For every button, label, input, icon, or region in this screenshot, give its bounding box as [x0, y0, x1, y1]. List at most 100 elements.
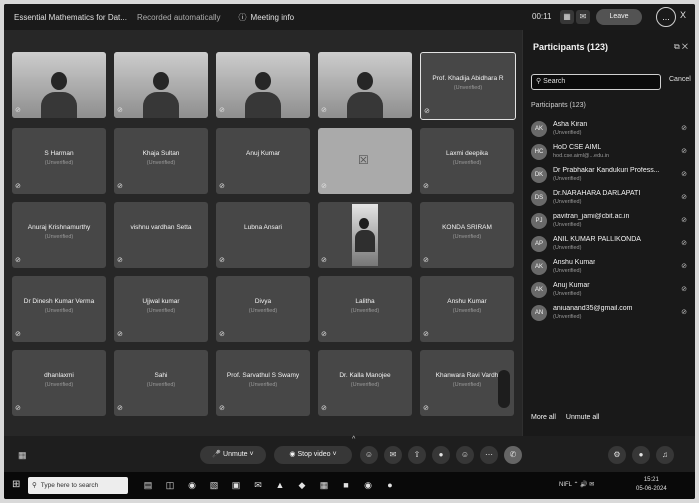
- participant-name: Dr. Kalla Manojee: [339, 372, 391, 379]
- app-icon-b[interactable]: ◆: [296, 479, 308, 491]
- participant-tile[interactable]: ⊘: [318, 52, 412, 118]
- widgets-icon[interactable]: ▤: [142, 479, 154, 491]
- security-icon[interactable]: ▦: [18, 450, 27, 461]
- toolbar-collapse-caret[interactable]: ^: [352, 436, 355, 443]
- notifications-icon[interactable]: ♫: [656, 446, 674, 464]
- participant-status: (Unverified): [453, 85, 483, 91]
- participant-list-item[interactable]: PJ pavitran_jami@cbit.ac.in (Unverified) ⊘: [529, 210, 691, 233]
- share-screen-icon[interactable]: ⇧: [408, 446, 426, 464]
- participant-tile[interactable]: vishnu vardhan Setta ⊘: [114, 202, 208, 268]
- stop-video-button[interactable]: ◉ Stop video ˅: [274, 446, 352, 464]
- participant-tile[interactable]: ⊘: [12, 52, 106, 118]
- participant-tile[interactable]: ☒ ⊘: [318, 128, 412, 194]
- participant-list-item[interactable]: AK Anshu Kumar (Unverified) ⊘: [529, 256, 691, 279]
- participant-tile[interactable]: Divya (Unverified) ⊘: [216, 276, 310, 342]
- cancel-search-button[interactable]: Cancel: [669, 76, 691, 83]
- windows-start-icon[interactable]: ⊞: [12, 479, 20, 490]
- mail-icon[interactable]: ✉: [252, 479, 264, 491]
- participants-section-header[interactable]: Participants (123): [531, 102, 586, 109]
- participant-tile[interactable]: Lalitha (Unverified) ⊘: [318, 276, 412, 342]
- muted-mic-icon: ⊘: [15, 405, 21, 412]
- app-icon-d[interactable]: ■: [340, 479, 352, 491]
- more-all-button[interactable]: More all: [531, 414, 556, 421]
- participant-name: Laxmi deepika: [446, 150, 488, 157]
- os-taskbar: ⊞ ⚲ Type here to search ▤ ◫ ◉ ▧ ▣ ✉ ▲ ◆ ▦…: [4, 472, 695, 499]
- participant-tile[interactable]: KONDA SRIRAM (Unverified) ⊘: [420, 202, 514, 268]
- app-icon-a[interactable]: ▲: [274, 479, 286, 491]
- avatar[interactable]: ●: [632, 446, 650, 464]
- chat-toolbar-icon[interactable]: ✉: [384, 446, 402, 464]
- participant-name: Sahi: [154, 372, 168, 379]
- muted-mic-icon: ⊘: [321, 331, 327, 338]
- chat-icon[interactable]: ✉: [576, 10, 590, 24]
- avatar: PJ: [531, 213, 547, 229]
- participant-tile[interactable]: dhanlaxmi (Unverified) ⊘: [12, 350, 106, 416]
- camera-icon: ◉: [289, 451, 296, 458]
- participant-list-item[interactable]: DK Dr Prabhakar Kandukuri Profess... (Unve…: [529, 164, 691, 187]
- muted-mic-icon: ⊘: [681, 194, 687, 201]
- participant-list-name: pavitran_jami@cbit.ac.in: [553, 213, 630, 220]
- participant-list-subtext: (Unverified): [553, 314, 582, 320]
- participant-list-item[interactable]: HC HoD CSE AIML hod.cse.aiml@...edu.in ⊘: [529, 141, 691, 164]
- participant-tile[interactable]: Prof. Khadija Abidhara R (Unverified) ⊘: [420, 52, 516, 120]
- file-explorer-icon[interactable]: ▧: [208, 479, 220, 491]
- settings-icon[interactable]: ⚙: [608, 446, 626, 464]
- participant-list-item[interactable]: DS Dr.NARAHARA DARLAPATI (Unverified) ⊘: [529, 187, 691, 210]
- participant-tile[interactable]: Ujjwal kumar (Unverified) ⊘: [114, 276, 208, 342]
- participant-tile[interactable]: Anuj Kumar ⊘: [216, 128, 310, 194]
- store-icon[interactable]: ▣: [230, 479, 242, 491]
- participant-tile[interactable]: Prof. Sarvathul S Swamy (Unverified) ⊘: [216, 350, 310, 416]
- gallery-view-icon[interactable]: ▦: [560, 10, 574, 24]
- participant-tile[interactable]: Anshu Kumar (Unverified) ⊘: [420, 276, 514, 342]
- participant-list-item[interactable]: AN aniuanand35@gmail.com (Unverified) ⊘: [529, 302, 691, 325]
- leave-button[interactable]: Leave: [596, 9, 642, 25]
- participant-tile[interactable]: S Harman (Unverified) ⊘: [12, 128, 106, 194]
- muted-mic-icon: ⊘: [117, 331, 123, 338]
- clock[interactable]: 15:21 05-06-2024: [636, 476, 667, 494]
- participant-tile[interactable]: ⊘: [216, 52, 310, 118]
- end-call-icon[interactable]: ✆: [504, 446, 522, 464]
- app-icon-e[interactable]: ◉: [362, 479, 374, 491]
- unmute-all-button[interactable]: Unmute all: [566, 414, 599, 421]
- participant-status: (Unverified): [452, 234, 482, 240]
- participant-tile[interactable]: Dr. Kalla Manojee (Unverified) ⊘: [318, 350, 412, 416]
- participant-status: (Unverified): [248, 382, 278, 388]
- unmute-button[interactable]: 🎤 Unmute ˅: [200, 446, 266, 464]
- taskbar-search-input[interactable]: ⚲ Type here to search: [28, 477, 128, 494]
- floating-reaction-bar[interactable]: [498, 370, 510, 408]
- participant-tile[interactable]: Sahi (Unverified) ⊘: [114, 350, 208, 416]
- participant-tile[interactable]: Anuraj Krishnamurthy (Unverified) ⊘: [12, 202, 106, 268]
- avatar: AK: [531, 121, 547, 137]
- app-icon-c[interactable]: ▦: [318, 479, 330, 491]
- muted-mic-icon: ⊘: [219, 107, 225, 114]
- participant-list-item[interactable]: AK Asha Kiran (Unverified) ⊘: [529, 118, 691, 141]
- participant-status: (Unverified): [44, 382, 74, 388]
- participant-tile[interactable]: Laxmi deepika (Unverified) ⊘: [420, 128, 514, 194]
- participant-list-name: aniuanand35@gmail.com: [553, 305, 633, 312]
- browser-icon[interactable]: ◉: [186, 479, 198, 491]
- participant-tile[interactable]: ⊘: [318, 202, 412, 268]
- participant-list-item[interactable]: AP ANIL KUMAR PALLIKONDA (Unverified) ⊘: [529, 233, 691, 256]
- participants-icon[interactable]: ☺: [360, 446, 378, 464]
- reactions-icon[interactable]: ☺: [456, 446, 474, 464]
- close-icon[interactable]: X: [680, 10, 686, 20]
- participant-list-name: Dr.NARAHARA DARLAPATI: [553, 190, 641, 197]
- record-icon[interactable]: ●: [432, 446, 450, 464]
- zoom-app-icon[interactable]: ●: [384, 479, 396, 491]
- more-icon[interactable]: ⋯: [480, 446, 498, 464]
- participant-tile[interactable]: Khaja Sultan (Unverified) ⊘: [114, 128, 208, 194]
- participant-name: Ujjwal kumar: [142, 298, 180, 305]
- participant-tile[interactable]: ⊘: [114, 52, 208, 118]
- participant-tile[interactable]: Lubna Ansari ⊘: [216, 202, 310, 268]
- participant-list-item[interactable]: AK Anuj Kumar (Unverified) ⊘: [529, 279, 691, 302]
- meeting-info-button[interactable]: ⓘ Meeting info: [239, 12, 295, 23]
- participant-search-input[interactable]: ⚲ Search: [531, 74, 661, 90]
- more-options-button[interactable]: ...: [656, 7, 676, 27]
- participant-tile[interactable]: Khanwara Ravi Vardh (Unverified) ⊘: [420, 350, 514, 416]
- system-tray[interactable]: NIFL ⌃ 🔊 ✉: [559, 481, 594, 488]
- task-view-icon[interactable]: ◫: [164, 479, 176, 491]
- muted-mic-icon: ⊘: [681, 217, 687, 224]
- participant-list-subtext: (Unverified): [553, 291, 582, 297]
- participant-tile[interactable]: Dr Dinesh Kumar Verma (Unverified) ⊘: [12, 276, 106, 342]
- panel-popout-icon[interactable]: ⧉ ✕: [674, 42, 688, 52]
